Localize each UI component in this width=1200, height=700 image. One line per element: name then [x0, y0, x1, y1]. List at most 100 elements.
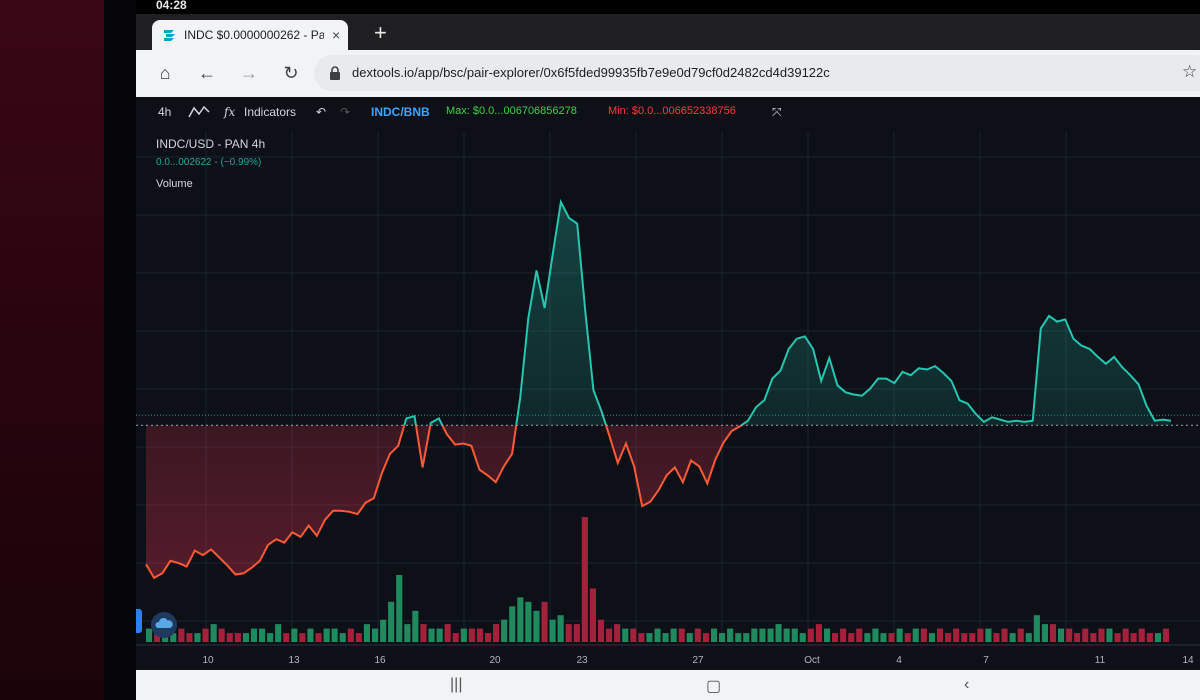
- volume-bar: [250, 628, 257, 642]
- volume-bar: [234, 633, 241, 642]
- volume-bar: [799, 633, 806, 642]
- volume-bar: [355, 633, 362, 642]
- back-nav-icon[interactable]: ‹: [964, 676, 969, 694]
- recents-icon[interactable]: |||: [450, 676, 462, 694]
- volume-bar: [1106, 628, 1113, 642]
- volume-bar: [1154, 633, 1161, 642]
- volume-bar: [864, 633, 871, 642]
- volume-bar: [259, 628, 266, 642]
- tab-strip: INDC $0.0000000262 - Pair E × +: [136, 14, 1200, 50]
- volume-bar: [420, 624, 427, 642]
- lock-icon: [330, 66, 340, 80]
- volume-bar: [468, 628, 475, 642]
- cloud-icon[interactable]: [150, 611, 178, 639]
- tab-dextools[interactable]: INDC $0.0000000262 - Pair E ×: [152, 20, 348, 50]
- volume-bar: [1017, 628, 1024, 642]
- volume-bar: [622, 628, 629, 642]
- address-bar[interactable]: dextools.io/app/bsc/pair-explorer/0x6f5f…: [314, 55, 1200, 91]
- volume-bar: [589, 588, 596, 642]
- volume-bar: [702, 633, 709, 642]
- volume-bar: [581, 517, 588, 642]
- price-chart[interactable]: 10 13 16 20 23 27 Oct 4 7 11 14: [136, 97, 1200, 670]
- volume-bar: [194, 633, 201, 642]
- back-icon[interactable]: ←: [196, 62, 218, 84]
- volume-bar: [735, 633, 742, 642]
- device-bezel: [0, 0, 112, 700]
- scroll-handle[interactable]: [136, 609, 142, 633]
- volume-bar: [920, 628, 927, 642]
- volume-bar: [557, 615, 564, 642]
- volume-bar: [985, 628, 992, 642]
- volume-bar: [606, 628, 613, 642]
- volume-bar: [824, 628, 831, 642]
- volume-bar: [323, 628, 330, 642]
- forward-icon[interactable]: →: [238, 62, 260, 84]
- volume-bar: [614, 624, 621, 642]
- volume-bar: [638, 633, 645, 642]
- volume-bar: [888, 633, 895, 642]
- volume-bar: [267, 633, 274, 642]
- volume-bar: [936, 628, 943, 642]
- volume-bar: [662, 633, 669, 642]
- volume-bar: [428, 628, 435, 642]
- volume-bar: [218, 628, 225, 642]
- volume-bar: [525, 601, 532, 642]
- volume-bar: [1114, 633, 1121, 642]
- volume-bar: [848, 633, 855, 642]
- volume-bar: [533, 610, 540, 643]
- x-tick-label: 4: [896, 655, 902, 666]
- volume-bar: [791, 628, 798, 642]
- volume-bar: [969, 633, 976, 642]
- volume-bar: [759, 628, 766, 642]
- volume-bar: [493, 624, 500, 642]
- volume-bar: [694, 628, 701, 642]
- volume-bar: [388, 601, 395, 642]
- volume-bar: [299, 633, 306, 642]
- home-icon[interactable]: ⌂: [154, 62, 176, 84]
- volume-bar: [767, 628, 774, 642]
- volume-bar: [380, 619, 387, 642]
- volume-bar: [912, 628, 919, 642]
- volume-bar: [719, 633, 726, 642]
- volume-bar: [202, 628, 209, 642]
- volume-bar: [476, 628, 483, 642]
- volume-bar: [485, 633, 492, 642]
- volume-bar: [396, 575, 403, 642]
- volume-bar: [509, 606, 516, 642]
- area-fill-down: [146, 425, 1171, 578]
- volume-bar: [953, 628, 960, 642]
- volume-bar: [1082, 628, 1089, 642]
- volume-bar: [1001, 628, 1008, 642]
- volume-bar: [363, 624, 370, 642]
- volume-bar: [573, 624, 580, 642]
- volume-bar: [1066, 628, 1073, 642]
- bookmark-star-icon[interactable]: ☆: [1182, 62, 1197, 82]
- volume-bar: [1009, 633, 1016, 642]
- volume-bar: [646, 633, 653, 642]
- volume-bar: [444, 624, 451, 642]
- tab-close-icon[interactable]: ×: [332, 27, 340, 43]
- volume-bar: [549, 619, 556, 642]
- volume-bar: [307, 628, 314, 642]
- volume-bar: [1146, 633, 1153, 642]
- volume-bar: [1138, 628, 1145, 642]
- x-tick-label: 13: [288, 655, 300, 666]
- reload-icon[interactable]: ↻: [280, 62, 302, 84]
- tab-title: INDC $0.0000000262 - Pair E: [184, 28, 324, 42]
- volume-bar: [541, 601, 548, 642]
- url-text: dextools.io/app/bsc/pair-explorer/0x6f5f…: [352, 65, 830, 80]
- home-nav-icon[interactable]: ▢: [706, 676, 721, 696]
- volume-bar: [283, 633, 290, 642]
- volume-bar: [775, 624, 782, 642]
- volume-bar: [840, 628, 847, 642]
- browser-toolbar: ⌂ ← → ↻ dextools.io/app/bsc/pair-explore…: [136, 50, 1200, 97]
- new-tab-button[interactable]: +: [374, 20, 387, 46]
- volume-bar: [226, 633, 233, 642]
- volume-bar: [1130, 633, 1137, 642]
- volume-bar: [460, 628, 467, 642]
- volume-bar: [711, 628, 718, 642]
- volume-bar: [832, 633, 839, 642]
- chart-area: 4h 𝑓x Indicators ↶ ↷ INDC/BNB Max: $0.0.…: [136, 97, 1200, 670]
- volume-bar: [678, 628, 685, 642]
- volume-bar: [210, 624, 217, 642]
